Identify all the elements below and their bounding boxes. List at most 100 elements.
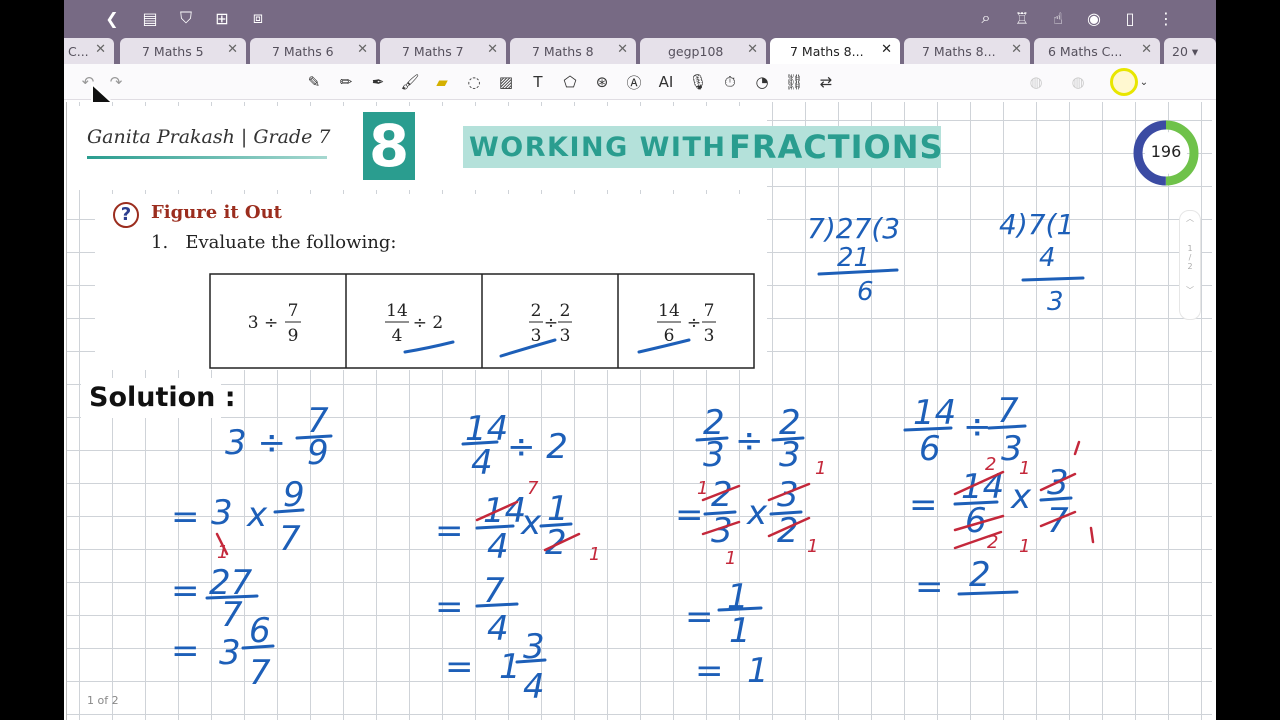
svg-text:4: 4: [487, 609, 509, 649]
svg-text:7: 7: [997, 391, 1019, 431]
svg-text:x: x: [1010, 477, 1032, 517]
search-icon[interactable]: ⌕: [974, 6, 998, 30]
svg-text:4: 4: [1039, 243, 1056, 273]
ai-icon[interactable]: AI: [654, 70, 678, 94]
highlighter-icon[interactable]: ▰: [430, 70, 454, 94]
back-icon[interactable]: ❮: [100, 6, 124, 30]
pencil-icon[interactable]: ✏: [334, 70, 358, 94]
add-page-icon[interactable]: ⊞: [210, 6, 234, 30]
svg-text:4: 4: [471, 443, 493, 483]
sticker-icon[interactable]: ◔: [750, 70, 774, 94]
tab-label: 6 Maths C...: [1048, 43, 1123, 59]
tab-1[interactable]: 7 Maths 5 ✕: [120, 38, 246, 64]
tab-label: 7 Maths 8...: [922, 43, 996, 59]
svg-text:x: x: [520, 503, 542, 543]
close-icon[interactable]: ✕: [617, 42, 628, 57]
svg-text:7)27(3: 7)27(3: [807, 212, 900, 245]
tab-label: 7 Maths 6: [272, 43, 334, 59]
svg-text:7: 7: [279, 519, 301, 559]
tab-label: gegp108: [668, 43, 724, 59]
svg-text:÷ 2: ÷ 2: [507, 427, 568, 467]
tab-7[interactable]: 7 Maths 8... ✕: [904, 38, 1030, 64]
svg-text:=: =: [171, 497, 200, 537]
svg-text:2: 2: [969, 555, 991, 595]
svg-text:1: 1: [697, 478, 708, 499]
close-icon[interactable]: ✕: [881, 42, 892, 57]
ocr-icon[interactable]: Ⓐ: [622, 70, 646, 94]
tab-8[interactable]: 6 Maths C... ✕: [1034, 38, 1160, 64]
svg-text:=: =: [445, 647, 474, 687]
bookmark-icon[interactable]: ⛉: [174, 6, 198, 30]
tab-2[interactable]: 7 Maths 6 ✕: [250, 38, 376, 64]
svg-text:3: 3: [703, 435, 725, 475]
svg-text:3: 3: [211, 493, 233, 533]
image-icon[interactable]: ▨: [494, 70, 518, 94]
svg-text:÷: ÷: [735, 421, 764, 461]
svg-text:3: 3: [1047, 287, 1064, 317]
svg-text:6: 6: [919, 429, 941, 469]
tab-label: C...: [68, 43, 89, 59]
brush-icon[interactable]: 🖌: [398, 70, 422, 94]
svg-text:1: 1: [1019, 536, 1030, 557]
tab-overflow[interactable]: 20 ▾: [1164, 38, 1216, 64]
svg-text:=: =: [675, 495, 704, 535]
lasso-icon[interactable]: ◌: [462, 70, 486, 94]
svg-text:1: 1: [589, 544, 600, 565]
svg-text:=: =: [685, 597, 714, 637]
svg-text:1: 1: [815, 458, 826, 479]
stamp-icon[interactable]: ⊛: [590, 70, 614, 94]
close-icon[interactable]: ✕: [227, 42, 238, 57]
svg-text:7: 7: [249, 653, 271, 693]
svg-text:4: 4: [487, 527, 509, 567]
timer-icon[interactable]: ⏱: [718, 70, 742, 94]
touch-icon[interactable]: ☝: [1046, 6, 1070, 30]
chevron-down-icon[interactable]: ⌄: [1132, 70, 1156, 94]
tab-bar: C... ✕ 7 Maths 5 ✕ 7 Maths 6 ✕ 7 Maths 7 ✕ 7…: [64, 36, 1216, 64]
tab-6-active[interactable]: 7 Maths 8... ✕: [770, 38, 900, 64]
close-icon[interactable]: ✕: [487, 42, 498, 57]
document-icon[interactable]: ▯: [1118, 6, 1142, 30]
close-icon[interactable]: ✕: [747, 42, 758, 57]
shirt-icon[interactable]: ♖: [1010, 6, 1034, 30]
eye-icon[interactable]: ◉: [1082, 6, 1106, 30]
color-swatch-icon[interactable]: ◍: [1024, 70, 1048, 94]
more-icon[interactable]: ⋮: [1154, 6, 1178, 30]
close-icon[interactable]: ✕: [357, 42, 368, 57]
close-icon[interactable]: ✕: [1011, 42, 1022, 57]
tab-label: 7 Maths 7: [402, 43, 464, 59]
close-icon[interactable]: ✕: [95, 42, 106, 57]
tab-0[interactable]: C... ✕: [64, 38, 114, 64]
tab-5[interactable]: gegp108 ✕: [640, 38, 766, 64]
svg-text:1: 1: [729, 611, 751, 651]
svg-text:=: =: [695, 651, 724, 691]
color-swatch-icon[interactable]: ◍: [1066, 70, 1090, 94]
translate-icon[interactable]: ⇄: [814, 70, 838, 94]
svg-text:4: 4: [523, 667, 545, 707]
app-window: ❮ ▤ ⛉ ⊞ ⧈ ⌕ ♖ ☝ ◉ ▯ ⋮ C... ✕ 7 Maths 5 ✕ 7…: [64, 0, 1216, 720]
svg-text:2: 2: [545, 523, 567, 563]
link-icon[interactable]: ⛓: [782, 70, 806, 94]
close-icon[interactable]: ✕: [1141, 42, 1152, 57]
tab-3[interactable]: 7 Maths 7 ✕: [380, 38, 506, 64]
tab-4[interactable]: 7 Maths 8 ✕: [510, 38, 636, 64]
tab-label: 7 Maths 5: [142, 43, 204, 59]
svg-text:3 ÷: 3 ÷: [225, 423, 286, 463]
notebook-page: Ganita Prakash | Grade 7 8 WORKING WITH …: [66, 102, 1212, 720]
svg-text:1: 1: [217, 542, 228, 563]
svg-text:x: x: [746, 493, 768, 533]
svg-text:x: x: [246, 495, 268, 535]
tab-label: 7 Maths 8: [532, 43, 594, 59]
svg-text:3: 3: [779, 435, 801, 475]
drawing-toolbar: ↶ ↷ ✎ ✏ ✒ 🖌 ▰ ◌ ▨ T ⬠ ⊛ Ⓐ AI 🎙 ⏱ ◔ ⛓ ⇄ ◍…: [64, 64, 1216, 100]
svg-text:=: =: [915, 567, 944, 607]
microphone-icon[interactable]: 🎙: [686, 70, 710, 94]
shape-icon[interactable]: ⬠: [558, 70, 582, 94]
pen-icon[interactable]: ✎: [302, 70, 326, 94]
fountain-pen-icon[interactable]: ✒: [366, 70, 390, 94]
tab-label: 7 Maths 8...: [790, 43, 864, 59]
svg-text:4)7(1: 4)7(1: [999, 208, 1074, 241]
crop-icon[interactable]: ⧈: [246, 6, 270, 30]
text-icon[interactable]: T: [526, 70, 550, 94]
reader-icon[interactable]: ▤: [138, 6, 162, 30]
svg-text:7: 7: [527, 478, 539, 499]
